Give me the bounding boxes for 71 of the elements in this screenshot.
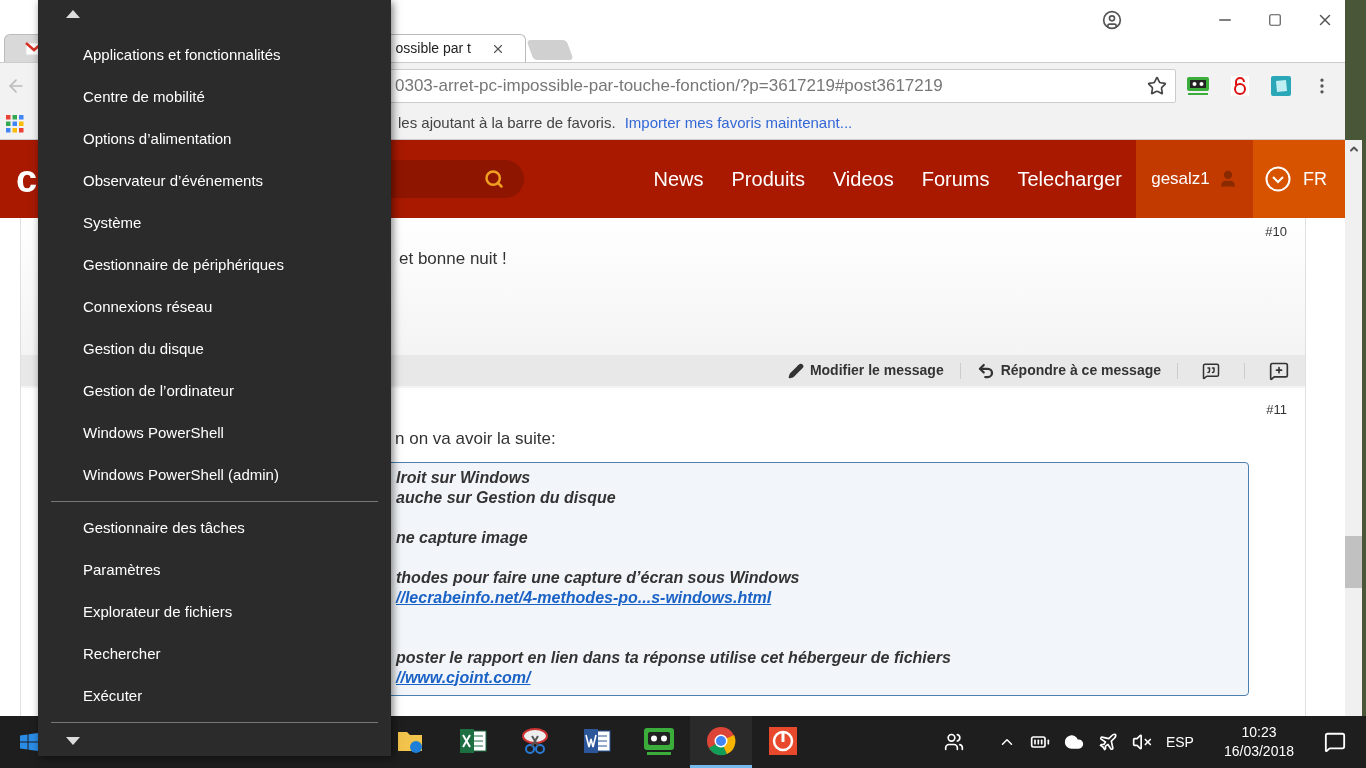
edit-message-button[interactable]: Modifier le message <box>787 360 944 381</box>
reply-arrow-icon <box>976 361 995 380</box>
taskbar-app[interactable] <box>690 716 752 768</box>
nav-link[interactable]: Telecharger <box>1017 164 1122 194</box>
clock[interactable]: 10:23 16/03/2018 <box>1223 723 1294 761</box>
spreadsheet-icon <box>459 727 487 754</box>
quote-line: lroit sur Windows <box>396 467 531 488</box>
menu-item[interactable]: Windows PowerShell (admin) <box>38 454 391 496</box>
bookmarks-hint: les ajoutant à la barre de favoris. <box>398 113 616 134</box>
menu-item[interactable]: Centre de mobilité <box>38 76 391 118</box>
menu-item[interactable]: Paramètres <box>38 549 391 591</box>
cloud-icon[interactable] <box>1063 732 1084 752</box>
cube-icon[interactable] <box>1270 74 1292 97</box>
browser-logo-icon <box>706 725 736 756</box>
post-number: #10 <box>1265 223 1287 241</box>
menu-item[interactable]: Gestionnaire de périphériques <box>38 244 391 286</box>
robot-face-icon <box>643 726 675 755</box>
robot-face-icon[interactable] <box>1186 75 1210 96</box>
notifications-icon[interactable] <box>1324 731 1346 753</box>
windows-logo-icon <box>20 733 38 751</box>
nav-link[interactable]: Videos <box>832 164 894 194</box>
power-icon <box>768 725 798 756</box>
document-icon <box>583 727 611 754</box>
quote-line: ne capture image <box>396 527 528 548</box>
menu-item[interactable]: Exécuter <box>38 675 391 717</box>
search-icon[interactable] <box>484 169 505 189</box>
menu-item[interactable]: Observateur d’événements <box>38 160 391 202</box>
quote-icon[interactable] <box>1202 361 1220 380</box>
quote-line: auche sur Gestion du disque <box>396 487 616 508</box>
airplane-icon[interactable] <box>1097 732 1118 752</box>
post-text: n on va avoir la suite: <box>395 429 556 448</box>
quote-line: poster le rapport en lien dans ta réponse utilise cet hébergeur de fichiers <box>396 647 951 668</box>
people-icon[interactable] <box>943 732 964 752</box>
scroll-thumb[interactable] <box>1345 536 1362 588</box>
nav-link[interactable]: News <box>653 164 704 194</box>
post-text: et bonne nuit ! <box>399 249 507 268</box>
bookmark-star-icon[interactable] <box>1147 75 1167 96</box>
menu-item[interactable]: Gestion du disque <box>38 328 391 370</box>
quote-line: thodes pour faire une capture d’écran sous Windows <box>396 567 800 588</box>
scrollbar[interactable] <box>1345 140 1362 716</box>
pencil-icon <box>787 362 804 379</box>
menu-item[interactable]: Windows PowerShell <box>38 412 391 454</box>
muted-speaker-icon[interactable] <box>1131 732 1152 752</box>
multi-quote-icon[interactable] <box>1269 360 1289 381</box>
language-menu[interactable]: FR <box>1253 140 1345 218</box>
reply-button[interactable]: Répondre à ce message <box>976 360 1161 381</box>
menu-item[interactable]: Rechercher <box>38 633 391 675</box>
menu-item[interactable]: Gestion de l’ordinateur <box>38 370 391 412</box>
menu-item[interactable]: Connexions réseau <box>38 286 391 328</box>
apps-grid-icon[interactable] <box>6 114 24 133</box>
scroll-up-arrow-icon[interactable] <box>66 10 80 18</box>
site-logo[interactable]: c <box>16 160 38 198</box>
quote-link[interactable]: //www.cjoint.com/ <box>396 668 531 686</box>
scissors-icon <box>520 726 550 755</box>
maximize-icon[interactable] <box>1268 13 1282 27</box>
import-bookmarks-link[interactable]: Importer mes favoris maintenant... <box>624 112 853 135</box>
user-menu[interactable]: gesalz1 <box>1136 140 1253 218</box>
menu-item[interactable]: Explorateur de fichiers <box>38 591 391 633</box>
nav-link[interactable]: Forums <box>921 164 990 194</box>
scroll-down-arrow-icon[interactable] <box>66 737 80 745</box>
quote-link[interactable]: //lecrabeinfo.net/4-methodes-po...s-windows.html <box>396 588 772 606</box>
post-number: #11 <box>1266 401 1287 419</box>
menu-item[interactable]: Gestionnaire des tâches <box>38 507 391 549</box>
input-language[interactable]: ESP <box>1165 731 1194 753</box>
menu-item[interactable]: Applications et fonctionnalités <box>38 34 391 76</box>
nav-link[interactable]: Produits <box>731 164 805 194</box>
menu-item[interactable]: Système <box>38 202 391 244</box>
address-bar[interactable]: 0303-arret-pc-impossible-par-touche-fonction/?p=3617219#post3617219 <box>388 68 1176 103</box>
profile-icon[interactable] <box>1102 10 1122 30</box>
chevron-circle-icon <box>1265 166 1291 192</box>
menu-item[interactable]: Options d’alimentation <box>38 118 391 160</box>
